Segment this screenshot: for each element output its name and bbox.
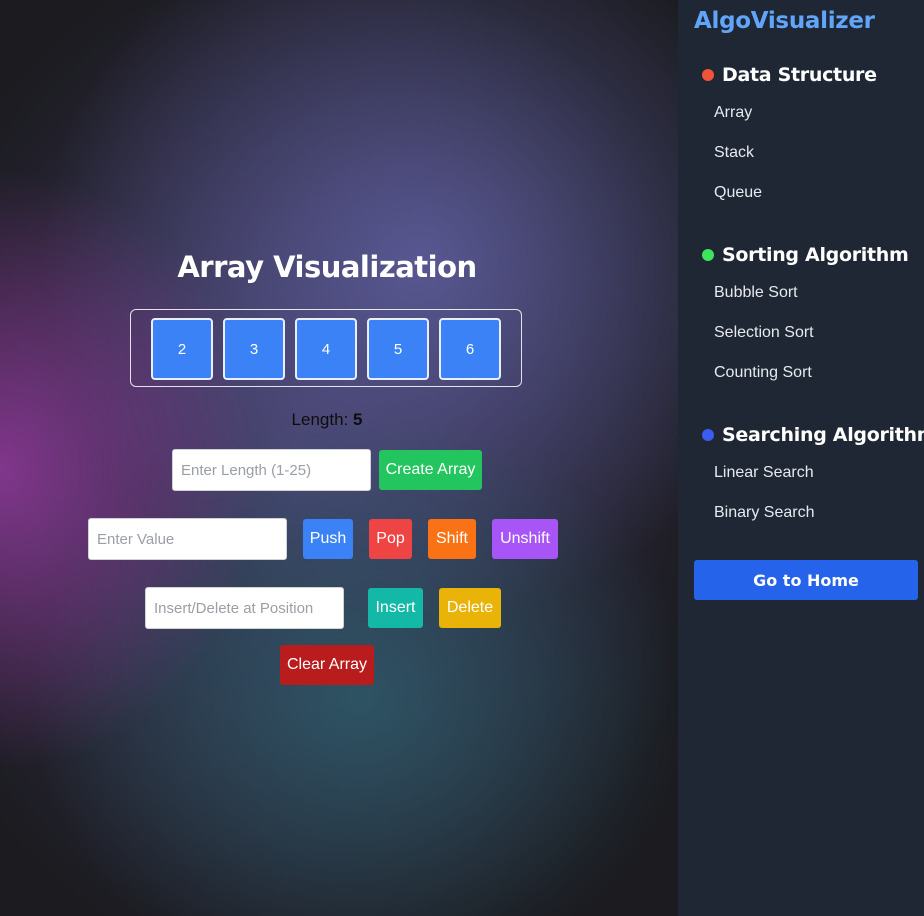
brand-logo[interactable]: AlgoVisualizer <box>694 8 875 34</box>
length-value: 5 <box>353 410 363 429</box>
shift-button[interactable]: Shift <box>428 519 476 559</box>
unshift-button[interactable]: Unshift <box>492 519 558 559</box>
section-title: Data Structure <box>722 64 877 86</box>
section-searching-algorithm: Searching Algorithm <box>702 424 924 446</box>
array-cell: 3 <box>223 318 285 380</box>
section-title: Sorting Algorithm <box>722 244 909 266</box>
go-to-home-button[interactable]: Go to Home <box>694 560 918 600</box>
sidebar-item-stack[interactable]: Stack <box>714 144 754 162</box>
delete-button[interactable]: Delete <box>439 588 501 628</box>
create-array-button[interactable]: Create Array <box>379 450 482 490</box>
sidebar-item-counting-sort[interactable]: Counting Sort <box>714 364 812 382</box>
dot-icon <box>702 249 714 261</box>
array-cell: 5 <box>367 318 429 380</box>
position-input[interactable] <box>145 587 344 629</box>
value-input[interactable] <box>88 518 287 560</box>
length-input[interactable] <box>172 449 371 491</box>
sidebar-item-bubble-sort[interactable]: Bubble Sort <box>714 284 798 302</box>
sidebar-item-linear-search[interactable]: Linear Search <box>714 464 814 482</box>
dot-icon <box>702 69 714 81</box>
sidebar-item-queue[interactable]: Queue <box>714 184 762 202</box>
pop-button[interactable]: Pop <box>369 519 412 559</box>
sidebar-item-selection-sort[interactable]: Selection Sort <box>714 324 814 342</box>
length-label: Length: <box>291 410 349 429</box>
main-panel: Array Visualization 2 3 4 5 6 Length: 5 … <box>0 0 678 916</box>
sidebar-item-binary-search[interactable]: Binary Search <box>714 504 815 522</box>
array-cell: 2 <box>151 318 213 380</box>
section-data-structure: Data Structure <box>702 64 877 86</box>
insert-button[interactable]: Insert <box>368 588 423 628</box>
section-sorting-algorithm: Sorting Algorithm <box>702 244 909 266</box>
dot-icon <box>702 429 714 441</box>
array-container: 2 3 4 5 6 <box>130 309 522 387</box>
page-title: Array Visualization <box>177 250 477 284</box>
array-cell: 4 <box>295 318 357 380</box>
section-title: Searching Algorithm <box>722 424 924 446</box>
array-length: Length: 5 <box>0 410 654 430</box>
clear-array-button[interactable]: Clear Array <box>280 645 374 685</box>
sidebar: AlgoVisualizer Data Structure Array Stac… <box>678 0 924 916</box>
sidebar-item-array[interactable]: Array <box>714 104 752 122</box>
array-cell: 6 <box>439 318 501 380</box>
push-button[interactable]: Push <box>303 519 353 559</box>
